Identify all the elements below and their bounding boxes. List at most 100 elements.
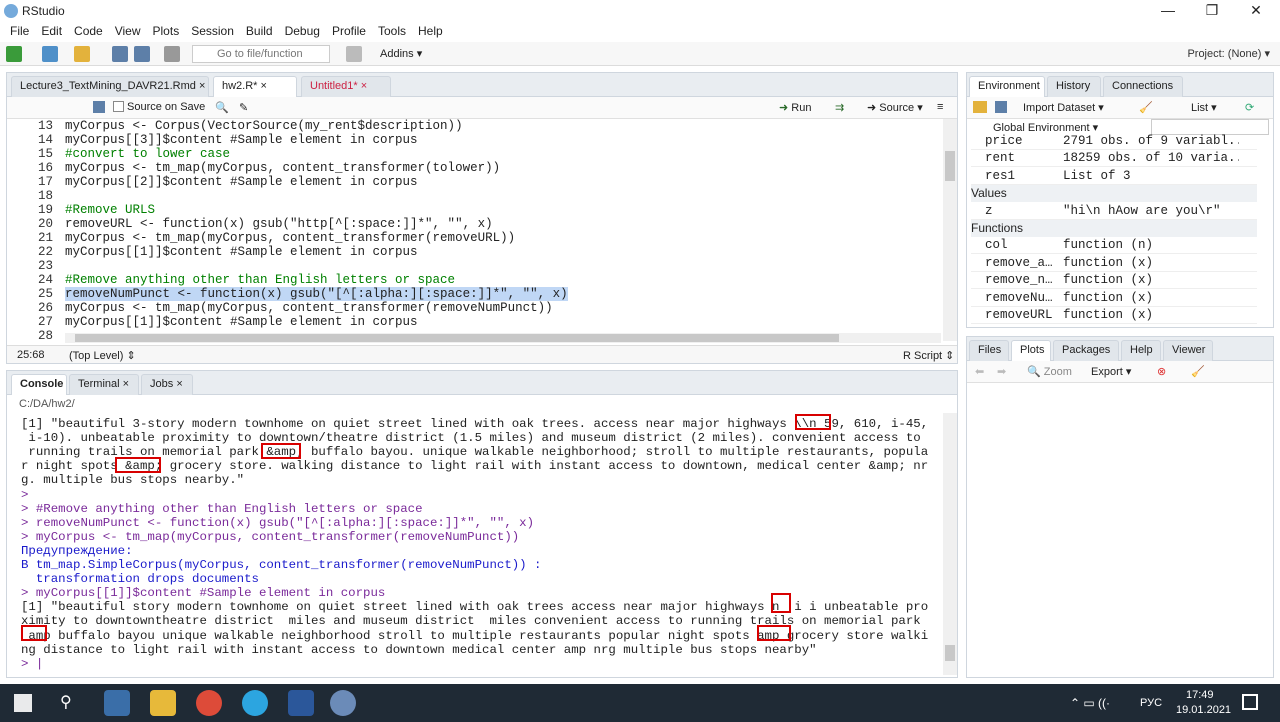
back-arrow-icon[interactable]: ⬅	[975, 365, 984, 378]
run-button[interactable]: ➜ Run	[779, 101, 811, 114]
env-row[interactable]: rent 18259 obs. of 10 varia...	[971, 150, 1257, 168]
notifications-icon[interactable]	[1242, 694, 1258, 710]
tab-plots[interactable]: Plots	[1011, 340, 1051, 361]
maximize-button[interactable]: ❐	[1190, 0, 1234, 22]
code-area[interactable]: 13 myCorpus <- Corpus(VectorSource(my_ren…	[7, 119, 941, 341]
scroll-thumb[interactable]	[945, 645, 955, 661]
broom-icon[interactable]: 🧹	[1139, 101, 1153, 114]
outline-icon[interactable]: ≡	[937, 101, 943, 113]
menu-plots[interactable]: Plots	[147, 22, 186, 42]
tab-untitled1[interactable]: Untitled1* ×	[301, 76, 391, 97]
tab-hw2[interactable]: hw2.R* ×	[213, 76, 297, 97]
export-menu[interactable]: Export ▾	[1091, 365, 1131, 378]
grid-layout-icon[interactable]	[346, 46, 362, 62]
source-on-save-checkbox[interactable]	[113, 101, 124, 112]
print-icon[interactable]	[164, 46, 180, 62]
tab-help[interactable]: Help	[1121, 340, 1161, 361]
menu-session[interactable]: Session	[185, 22, 240, 42]
chrome-icon[interactable]	[196, 690, 222, 716]
console-output[interactable]: [1] "beautiful 3-story modern townhome o…	[7, 413, 941, 675]
zoom-button[interactable]: 🔍 Zoom	[1027, 365, 1072, 378]
addins-menu[interactable]: Addins ▾	[380, 47, 422, 60]
go-to-file-input[interactable]: Go to file/function	[192, 45, 330, 63]
menu-debug[interactable]: Debug	[279, 22, 326, 42]
menu-build[interactable]: Build	[240, 22, 279, 42]
tab-console[interactable]: Console	[11, 374, 67, 395]
clear-plots-icon[interactable]: 🧹	[1191, 365, 1205, 378]
rstudio-taskbar-icon[interactable]	[330, 690, 356, 716]
close-icon[interactable]: ×	[199, 80, 205, 92]
task-view-icon[interactable]	[104, 690, 130, 716]
word-icon[interactable]	[288, 690, 314, 716]
rstudio-logo-icon	[4, 4, 18, 18]
search-icon[interactable]: ⚲	[60, 692, 72, 712]
delete-plot-icon[interactable]: ⊗	[1157, 365, 1166, 378]
console-line: [1] "beautiful 3-story modern townhome o…	[21, 417, 929, 431]
menu-tools[interactable]: Tools	[372, 22, 412, 42]
tab-connections[interactable]: Connections	[1103, 76, 1183, 97]
code-text: #Remove anything other than English lett…	[65, 273, 456, 287]
editor-vscrollbar[interactable]	[943, 119, 957, 341]
code-line: 15 #convert to lower case	[7, 147, 941, 161]
scope-menu[interactable]: (Top Level) ⇕	[69, 349, 136, 362]
tab-terminal[interactable]: Terminal ×	[69, 374, 139, 395]
close-icon[interactable]: ×	[361, 80, 367, 92]
wand-icon[interactable]: ✎	[239, 101, 248, 114]
env-row[interactable]: price 2791 obs. of 9 variabl...	[971, 133, 1257, 150]
save-icon[interactable]	[112, 46, 128, 62]
refresh-icon[interactable]: ⟳	[1245, 101, 1254, 114]
line-number: 28	[37, 329, 53, 341]
new-project-icon[interactable]	[42, 46, 58, 62]
scroll-thumb[interactable]	[945, 151, 955, 181]
clock-date[interactable]: 19.01.2021	[1176, 704, 1231, 716]
env-row[interactable]: z "hi\n hAow are you\r"	[971, 203, 1257, 220]
menu-edit[interactable]: Edit	[35, 22, 68, 42]
forward-arrow-icon[interactable]: ➡	[997, 365, 1006, 378]
menu-help[interactable]: Help	[412, 22, 449, 42]
close-icon[interactable]: ×	[123, 378, 129, 390]
env-row[interactable]: res1 List of 3	[971, 168, 1257, 185]
editor-hscrollbar[interactable]	[65, 333, 941, 343]
save-workspace-icon[interactable]	[995, 101, 1007, 113]
windows-start-icon[interactable]	[14, 694, 32, 712]
telegram-icon[interactable]	[242, 690, 268, 716]
file-explorer-icon[interactable]	[150, 690, 176, 716]
env-row[interactable]: remove_n… function (x)	[971, 272, 1257, 290]
tab-lecture3[interactable]: Lecture3_TextMining_DAVR21.Rmd ×	[11, 76, 209, 97]
clock-time[interactable]: 17:49	[1186, 689, 1214, 701]
rerun-icon[interactable]: ⇉	[835, 101, 844, 114]
hscroll-thumb[interactable]	[75, 334, 839, 342]
list-view-menu[interactable]: List ▾	[1191, 101, 1217, 114]
console-vscrollbar[interactable]	[943, 413, 957, 675]
save-all-icon[interactable]	[134, 46, 150, 62]
env-row[interactable]: removeURL function (x)	[971, 307, 1257, 324]
close-icon[interactable]: ×	[176, 378, 182, 390]
source-button[interactable]: ➜ Source ▾	[867, 101, 923, 114]
tab-jobs[interactable]: Jobs ×	[141, 374, 193, 395]
save-icon[interactable]	[93, 101, 105, 113]
tab-viewer[interactable]: Viewer	[1163, 340, 1213, 361]
tab-history[interactable]: History	[1047, 76, 1101, 97]
env-row[interactable]: remove_a… function (x)	[971, 255, 1257, 272]
import-dataset-menu[interactable]: Import Dataset ▾	[1023, 101, 1104, 114]
open-file-icon[interactable]	[74, 46, 90, 62]
search-icon[interactable]: 🔍	[215, 101, 229, 114]
menu-view[interactable]: View	[109, 22, 147, 42]
env-row[interactable]: removeNu… function (x)	[971, 290, 1257, 307]
load-workspace-icon[interactable]	[973, 101, 987, 113]
menu-profile[interactable]: Profile	[326, 22, 372, 42]
new-file-icon[interactable]	[6, 46, 22, 62]
file-type-menu[interactable]: R Script ⇕	[903, 349, 954, 362]
close-icon[interactable]: ×	[261, 80, 267, 92]
code-text: myCorpus <- Corpus(VectorSource(my_rent$…	[65, 119, 463, 133]
menu-file[interactable]: File	[4, 22, 35, 42]
tab-files[interactable]: Files	[969, 340, 1009, 361]
project-menu[interactable]: Project: (None) ▾	[1187, 47, 1270, 60]
menu-code[interactable]: Code	[68, 22, 109, 42]
env-row[interactable]: col function (n)	[971, 237, 1257, 255]
tab-environment[interactable]: Environment	[969, 76, 1045, 97]
tab-packages[interactable]: Packages	[1053, 340, 1119, 361]
minimize-button[interactable]: —	[1146, 0, 1190, 22]
keyboard-language[interactable]: РУС	[1140, 697, 1162, 709]
close-button[interactable]: ✕	[1234, 0, 1278, 22]
